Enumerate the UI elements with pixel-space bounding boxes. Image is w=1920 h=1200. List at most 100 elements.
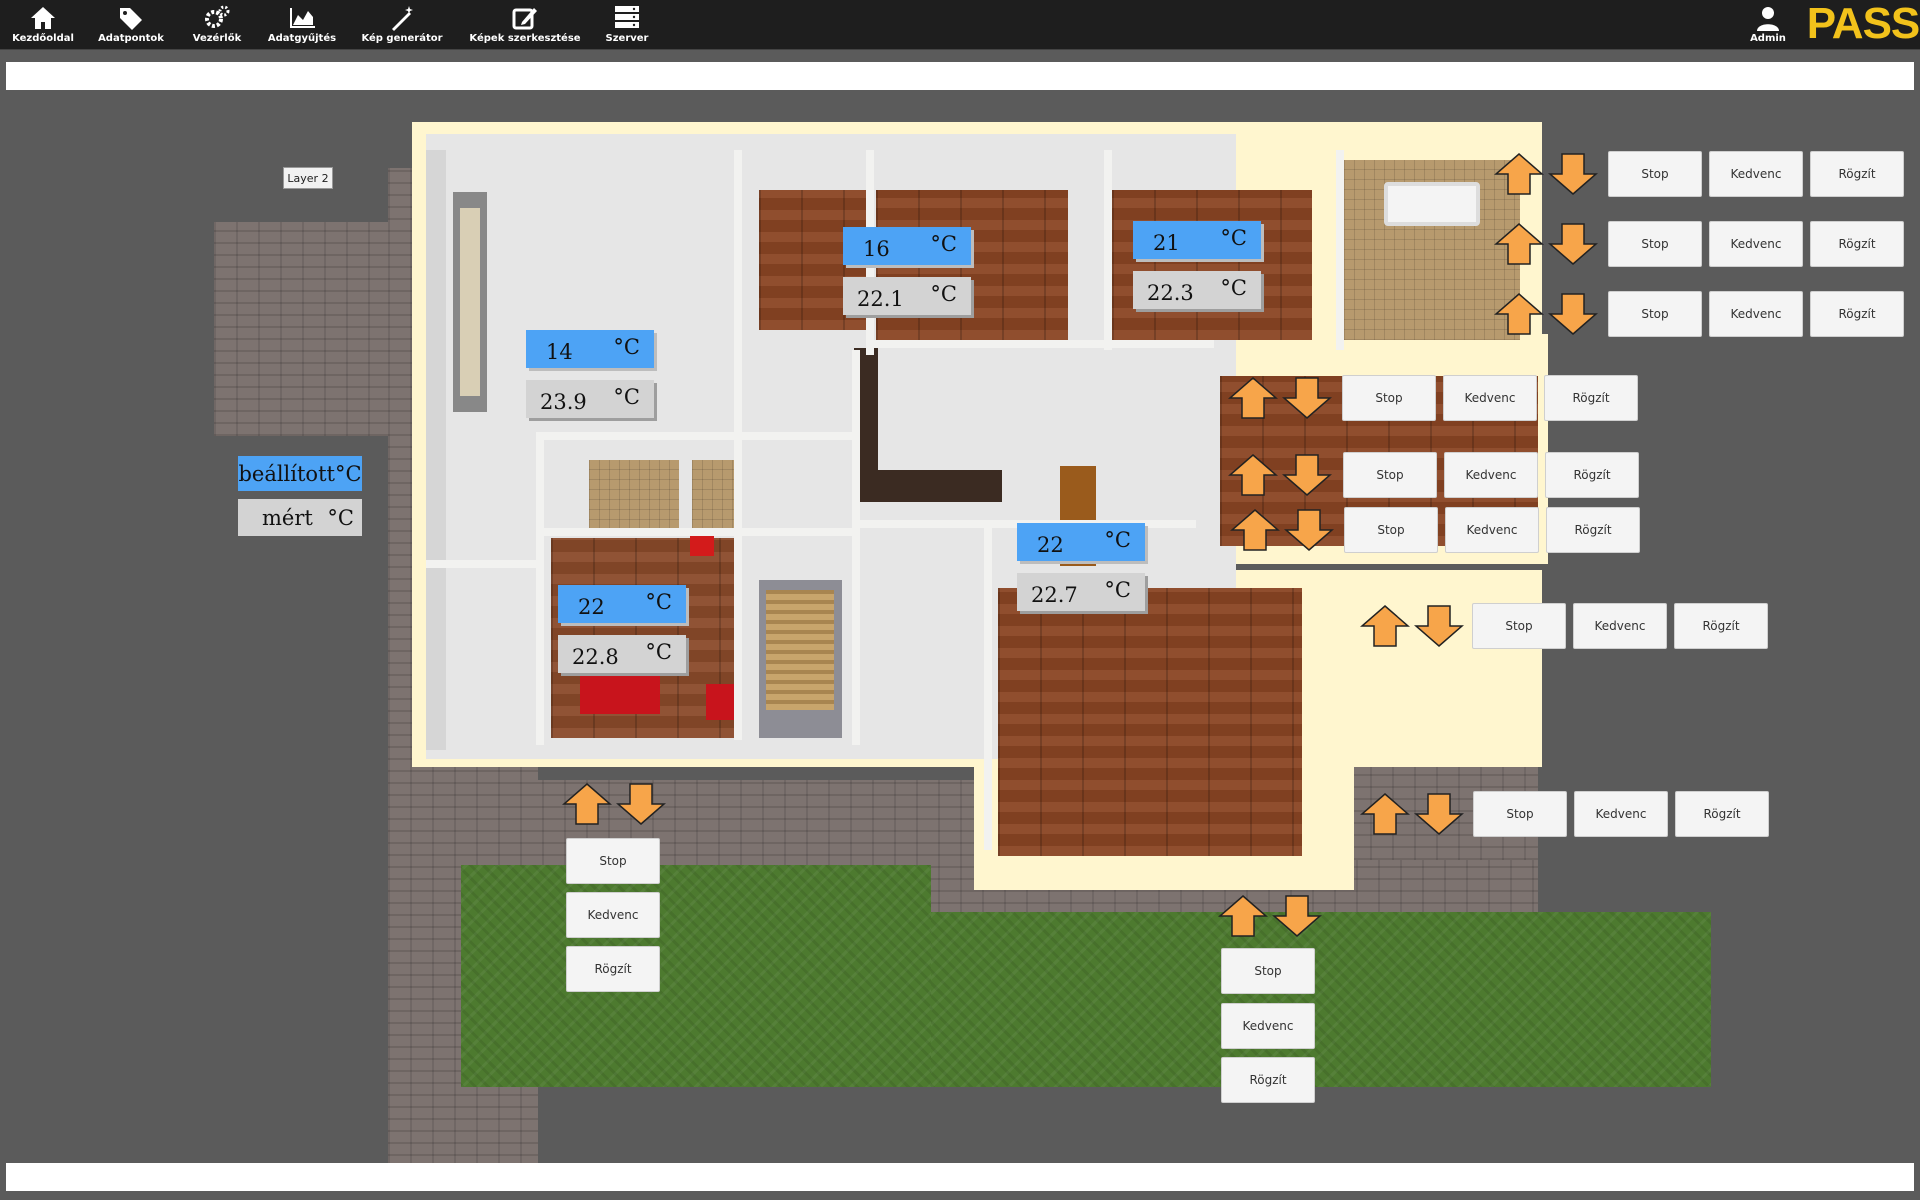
- stop-button[interactable]: Stop: [1608, 151, 1702, 197]
- favorite-button[interactable]: Kedvenc: [1221, 1003, 1315, 1049]
- favorite-button[interactable]: Kedvenc: [1709, 151, 1803, 197]
- chair-red: [690, 536, 714, 556]
- stop-button[interactable]: Stop: [566, 838, 660, 884]
- canvas-bottom-strip: [6, 1163, 1914, 1191]
- user-icon: [1757, 7, 1779, 31]
- favorite-button[interactable]: Kedvenc: [1445, 507, 1539, 553]
- stop-button[interactable]: Stop: [1221, 948, 1315, 994]
- legend-set-temperature: beállított°C: [238, 456, 362, 491]
- gears-icon: [205, 5, 230, 28]
- stop-button[interactable]: Stop: [1473, 791, 1567, 837]
- measured-value: 23.9: [540, 390, 587, 414]
- record-button[interactable]: Rögzít: [1545, 452, 1639, 498]
- shutter-up-icon[interactable]: [562, 782, 612, 826]
- record-button[interactable]: Rögzít: [566, 946, 660, 992]
- nav-image-generator[interactable]: Kép generátor: [360, 4, 444, 48]
- shutter-down-icon[interactable]: [1284, 508, 1334, 552]
- shutter-up-icon[interactable]: [1494, 222, 1544, 266]
- favorite-button[interactable]: Kedvenc: [1444, 452, 1538, 498]
- favorite-button[interactable]: Kedvenc: [1443, 375, 1537, 421]
- shutter-up-icon[interactable]: [1230, 508, 1280, 552]
- measured-room-bed: 22.3 °C: [1133, 271, 1261, 309]
- pass-logo: PASS: [1806, 0, 1920, 48]
- stop-button[interactable]: Stop: [1608, 291, 1702, 337]
- shutter-up-icon[interactable]: [1494, 152, 1544, 196]
- edit-icon: [512, 8, 537, 30]
- record-button[interactable]: Rögzít: [1810, 221, 1904, 267]
- record-button[interactable]: Rögzít: [1221, 1057, 1315, 1103]
- measured-room-left: 23.9 °C: [526, 380, 654, 418]
- nav-home[interactable]: Kezdőoldal: [12, 4, 74, 48]
- shutter-up-icon[interactable]: [1228, 453, 1278, 497]
- favorite-button[interactable]: Kedvenc: [1709, 291, 1803, 337]
- record-button[interactable]: Rögzít: [1674, 603, 1768, 649]
- measured-value: 22.3: [1147, 281, 1194, 305]
- shutter-up-icon[interactable]: [1494, 292, 1544, 336]
- measured-unit: °C: [645, 640, 672, 664]
- server-icon: [615, 6, 639, 28]
- shutter-down-icon[interactable]: [1548, 152, 1598, 196]
- nav-image-editor[interactable]: Képek szerkesztése: [468, 4, 582, 48]
- favorite-button[interactable]: Kedvenc: [1709, 221, 1803, 267]
- nav-datapoints[interactable]: Adatpontok: [96, 4, 166, 48]
- area-chart-icon: [290, 8, 315, 28]
- lawn-west: [461, 865, 931, 1087]
- shutter-down-icon[interactable]: [1414, 792, 1464, 836]
- shutter-up-icon[interactable]: [1228, 376, 1278, 420]
- record-button[interactable]: Rögzít: [1546, 507, 1640, 553]
- wall-h1: [536, 432, 856, 440]
- wall-h5: [426, 560, 538, 568]
- favorite-button[interactable]: Kedvenc: [566, 892, 660, 938]
- west-wall-shade: [426, 150, 446, 750]
- shutter-down-icon[interactable]: [1548, 292, 1598, 336]
- top-navbar: Kezdőoldal Adatpontok Vezérlők Adatgyűjt…: [0, 0, 1920, 50]
- stop-button[interactable]: Stop: [1342, 375, 1436, 421]
- setpoint-room-hall[interactable]: 16 °C: [843, 227, 971, 265]
- wall-h3: [874, 340, 1214, 348]
- nav-controllers[interactable]: Vezérlők: [190, 4, 244, 48]
- nav-image-generator-label: Kép generátor: [361, 33, 443, 44]
- setpoint-room-dining[interactable]: 22 °C: [1017, 523, 1145, 561]
- stop-button[interactable]: Stop: [1608, 221, 1702, 267]
- stairs-steps: [766, 590, 834, 710]
- shutter-down-icon[interactable]: [1548, 222, 1598, 266]
- setpoint-room-living[interactable]: 22 °C: [558, 585, 686, 623]
- record-button[interactable]: Rögzít: [1675, 791, 1769, 837]
- record-button[interactable]: Rögzít: [1810, 291, 1904, 337]
- setpoint-room-bed[interactable]: 21 °C: [1133, 221, 1261, 259]
- stop-button[interactable]: Stop: [1344, 507, 1438, 553]
- setpoint-unit: °C: [1104, 528, 1131, 552]
- shutter-down-icon[interactable]: [1282, 376, 1332, 420]
- shutter-up-icon[interactable]: [1218, 894, 1268, 938]
- terrace-left: [214, 222, 396, 436]
- nav-user[interactable]: Admin: [1748, 4, 1788, 48]
- legend-measured-unit: °C: [327, 506, 354, 530]
- nav-server[interactable]: Szerver: [602, 4, 652, 48]
- setpoint-value: 22: [1037, 533, 1064, 557]
- record-button[interactable]: Rögzít: [1810, 151, 1904, 197]
- setpoint-room-left[interactable]: 14 °C: [526, 330, 654, 368]
- shutter-up-icon[interactable]: [1360, 792, 1410, 836]
- nav-user-label: Admin: [1750, 33, 1786, 44]
- shutter-down-icon[interactable]: [1272, 894, 1322, 938]
- nav-datacollection[interactable]: Adatgyűjtés: [266, 4, 338, 48]
- nav-controllers-label: Vezérlők: [192, 33, 242, 44]
- canvas-top-strip: [6, 62, 1914, 90]
- nav-server-label: Szerver: [605, 33, 649, 44]
- tags-icon: [120, 8, 142, 30]
- shutter-up-icon[interactable]: [1360, 604, 1410, 648]
- stop-button[interactable]: Stop: [1472, 603, 1566, 649]
- setpoint-unit: °C: [930, 232, 957, 256]
- shutter-down-icon[interactable]: [1414, 604, 1464, 648]
- measured-unit: °C: [1220, 276, 1247, 300]
- favorite-button[interactable]: Kedvenc: [1573, 603, 1667, 649]
- shutter-down-icon[interactable]: [1282, 453, 1332, 497]
- shutter-down-icon[interactable]: [616, 782, 666, 826]
- wall-v4: [1336, 150, 1344, 350]
- nav-datacollection-label: Adatgyűjtés: [267, 33, 337, 44]
- measured-value: 22.1: [857, 287, 904, 311]
- record-button[interactable]: Rögzít: [1544, 375, 1638, 421]
- favorite-button[interactable]: Kedvenc: [1574, 791, 1668, 837]
- stop-button[interactable]: Stop: [1343, 452, 1437, 498]
- wall-v3: [1104, 150, 1112, 350]
